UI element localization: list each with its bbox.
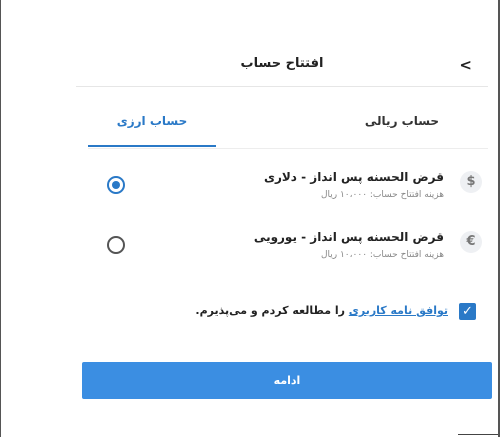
option-title: قرض الحسنه پس انداز - یورویی [253, 230, 444, 244]
terms-agreement: ✓ توافق نامه کاربری را مطالعه کردم و می‌… [160, 300, 478, 324]
app-header: افتتاح حساب < [76, 50, 488, 87]
continue-button[interactable]: ادامه [82, 362, 492, 399]
terms-text: توافق نامه کاربری را مطالعه کردم و می‌پذ… [195, 304, 448, 317]
tab-rial-account[interactable]: حساب ریالی [318, 114, 486, 148]
euro-icon: € [460, 231, 482, 253]
radio-euro[interactable] [107, 236, 125, 254]
option-fee: هزینه افتتاح حساب: ۱۰،۰۰۰ ریال [320, 190, 444, 200]
tab-currency-account[interactable]: حساب ارزی [88, 114, 216, 148]
option-dollar-savings[interactable]: $ قرض الحسنه پس انداز - دلاری هزینه افتت… [100, 166, 488, 208]
tabs-divider [88, 148, 488, 149]
active-tab-indicator [88, 145, 216, 147]
terms-link[interactable]: توافق نامه کاربری [349, 304, 448, 317]
terms-checkbox[interactable]: ✓ [459, 303, 476, 320]
radio-dollar[interactable] [107, 176, 125, 194]
option-title: قرض الحسنه پس انداز - دلاری [263, 170, 444, 184]
window-frame-bottom-mark [458, 434, 498, 435]
chevron-left-icon[interactable]: < [459, 56, 472, 74]
window-frame-left [0, 0, 1, 437]
option-fee: هزینه افتتاح حساب: ۱۰،۰۰۰ ریال [320, 250, 444, 260]
option-euro-savings[interactable]: € قرض الحسنه پس انداز - یورویی هزینه افت… [100, 226, 488, 268]
dollar-icon: $ [460, 171, 482, 193]
terms-rest-text: را مطالعه کردم و می‌پذیرم. [195, 304, 349, 317]
page-title: افتتاح حساب [240, 56, 324, 71]
radio-selected-dot [112, 181, 120, 189]
account-type-tabs: حساب ارزی حساب ریالی [88, 114, 488, 148]
